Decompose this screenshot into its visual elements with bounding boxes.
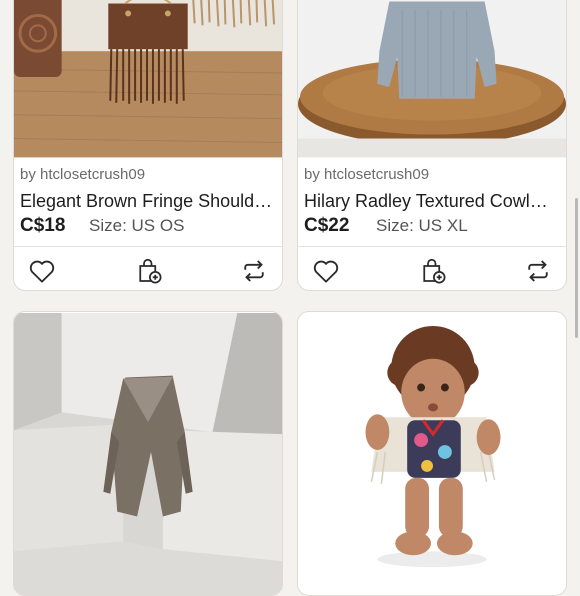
like-button[interactable] bbox=[25, 254, 59, 288]
listing-price: C$18 bbox=[20, 215, 66, 236]
heart-icon bbox=[29, 260, 55, 283]
listing-card-3[interactable] bbox=[13, 311, 283, 596]
bag-add-icon bbox=[423, 258, 446, 284]
like-button[interactable] bbox=[309, 254, 343, 288]
listing-price: C$22 bbox=[304, 215, 350, 236]
listing-title[interactable]: Elegant Brown Fringe Should… bbox=[20, 191, 272, 212]
listing-image-1[interactable] bbox=[14, 0, 282, 158]
add-to-bundle-button[interactable] bbox=[132, 254, 166, 288]
listing-title[interactable]: Hilary Radley Textured Cowl… bbox=[304, 191, 548, 212]
listing-size: Size: US XL bbox=[376, 216, 468, 235]
seller-name[interactable]: by htclosetcrush09 bbox=[304, 166, 429, 183]
listing-size: Size: US OS bbox=[89, 216, 185, 235]
listing-details-1[interactable]: by htclosetcrush09 Elegant Brown Fringe … bbox=[14, 158, 282, 290]
card-divider bbox=[14, 246, 282, 247]
listing-image-3[interactable] bbox=[14, 312, 282, 596]
listing-image-2[interactable] bbox=[298, 0, 566, 158]
listing-details-2[interactable]: by htclosetcrush09 Hilary Radley Texture… bbox=[298, 158, 566, 290]
listing-card-2[interactable]: by htclosetcrush09 Hilary Radley Texture… bbox=[297, 0, 567, 291]
heart-icon bbox=[313, 260, 339, 283]
share-icon bbox=[244, 260, 264, 282]
listing-card-4[interactable] bbox=[297, 311, 567, 596]
listing-card-1[interactable]: by htclosetcrush09 Elegant Brown Fringe … bbox=[13, 0, 283, 291]
bag-add-icon bbox=[139, 258, 162, 284]
seller-name[interactable]: by htclosetcrush09 bbox=[20, 166, 145, 183]
share-icon bbox=[528, 260, 548, 282]
share-button[interactable] bbox=[521, 254, 555, 288]
share-button[interactable] bbox=[237, 254, 271, 288]
scrollbar[interactable] bbox=[575, 198, 578, 338]
card-divider bbox=[298, 246, 566, 247]
listing-image-4[interactable] bbox=[298, 312, 566, 596]
add-to-bundle-button[interactable] bbox=[416, 254, 450, 288]
